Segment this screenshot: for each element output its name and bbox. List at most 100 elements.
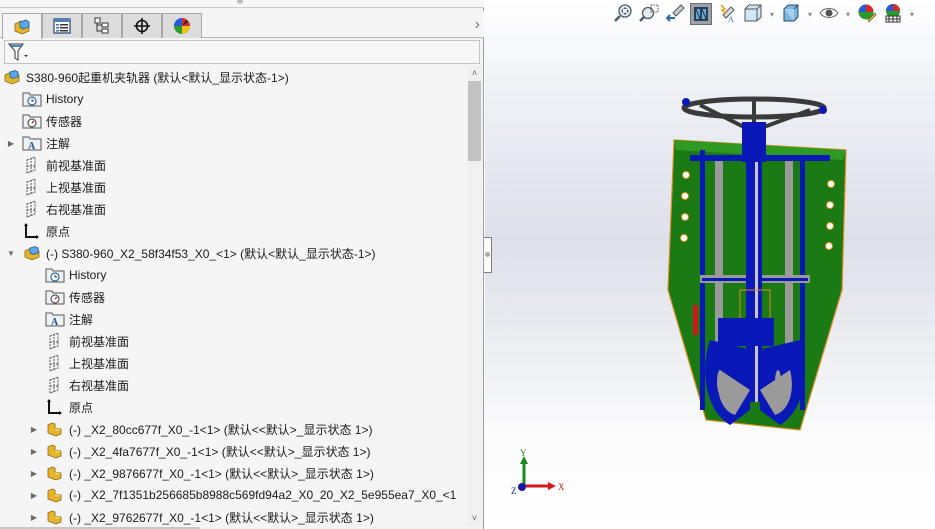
panel-collapse-handle[interactable] <box>484 237 492 273</box>
scroll-thumb[interactable] <box>468 81 481 161</box>
tree-item-label: History <box>69 268 107 282</box>
tree-item-label: (-) _X2_9876677f_X0_-1<1> (默认<<默认>_显示状态 … <box>69 466 374 481</box>
assembly-icon <box>2 68 22 86</box>
tree-item[interactable]: 上视基准面 <box>29 352 129 374</box>
tree-item[interactable]: 原点 <box>29 396 93 418</box>
section-view-button[interactable] <box>690 3 712 25</box>
property-manager-icon <box>53 18 71 34</box>
tree-item-label: 注解 <box>69 312 94 327</box>
more-tabs-chevron-icon[interactable]: › <box>475 16 480 34</box>
zoom-to-fit-button[interactable] <box>612 3 634 25</box>
tree-item-label: (-) _X2_7f1351b256685b8988c569fd94a2_X0_… <box>69 488 457 502</box>
featuremanager-icon <box>14 19 30 34</box>
coordinate-triad: Y X Z <box>511 448 565 496</box>
edit-appearance-icon <box>857 3 877 26</box>
tree-item[interactable]: 传感器 <box>29 286 105 308</box>
tree-item-label: 传感器 <box>69 290 106 305</box>
tree-item[interactable]: ▶ (-) _X2_4fa7677f_X0_-1<1> (默认<<默认>_显示状态… <box>29 440 371 462</box>
expand-arrow-icon[interactable]: ▶ <box>29 513 39 522</box>
tree-item[interactable]: 原点 <box>6 220 70 242</box>
plane-icon <box>45 376 65 394</box>
annotation-folder-icon: A <box>22 134 42 152</box>
tree-item-label: (-) _X2_4fa7677f_X0_-1<1> (默认<<默认>_显示状态 … <box>69 444 371 459</box>
tree-item[interactable]: ▼ (-) S380-960_X2_58f34f53_X0_<1> (默认<默认_… <box>6 242 376 264</box>
display-style-button[interactable] <box>780 3 802 25</box>
zoom-to-area-button[interactable] <box>638 3 660 25</box>
tree-item[interactable]: ▶ A 注解 <box>6 132 70 154</box>
tree-item-label: 前视基准面 <box>46 158 107 173</box>
plane-icon <box>22 156 42 174</box>
part-icon <box>45 420 65 438</box>
part-icon <box>45 486 65 504</box>
panel-splitter[interactable] <box>0 0 484 8</box>
dynamic-annotation-views-button[interactable]: A <box>716 3 738 25</box>
tab-property-manager[interactable] <box>42 13 82 38</box>
tree-item[interactable]: A 注解 <box>29 308 93 330</box>
annotation-folder-icon: A <box>45 310 65 328</box>
tree-item[interactable]: 右视基准面 <box>6 198 106 220</box>
tree-item[interactable]: 右视基准面 <box>29 374 129 396</box>
splitter-grip-icon[interactable] <box>237 0 243 4</box>
dynamic-annotation-icon: A <box>717 3 737 26</box>
hide-show-items-dropdown-icon[interactable]: ▾ <box>844 10 852 19</box>
tree-item[interactable]: 传感器 <box>6 110 82 132</box>
hide-show-items-button[interactable] <box>818 3 840 25</box>
assembly-icon <box>22 244 42 262</box>
tree-item-label: S380-960起重机夹轨器 (默认<默认_显示状态-1>) <box>26 70 289 85</box>
tree-item[interactable]: ▶ (-) _X2_80cc677f_X0_-1<1> (默认<<默认>_显示状态… <box>29 418 373 440</box>
expand-arrow-icon[interactable]: ▶ <box>29 447 39 456</box>
tree-filter-bar[interactable] <box>4 40 480 64</box>
view-orientation-dropdown-icon[interactable]: ▾ <box>768 10 776 19</box>
history-folder-icon <box>22 90 42 108</box>
previous-view-button[interactable] <box>664 3 686 25</box>
origin-icon <box>22 222 42 240</box>
tree-item[interactable]: S380-960起重机夹轨器 (默认<默认_显示状态-1>) <box>2 66 289 88</box>
view-orientation-button[interactable] <box>742 3 764 25</box>
tab-display-manager[interactable] <box>162 13 202 38</box>
tree-item[interactable]: 上视基准面 <box>6 176 106 198</box>
tree-item[interactable]: ▶ (-) _X2_9762677f_X0_-1<1> (默认<<默认>_显示状态… <box>29 506 374 527</box>
tree-item-label: (-) S380-960_X2_58f34f53_X0_<1> (默认<默认_显… <box>46 246 376 261</box>
tree-item-label: 传感器 <box>46 114 83 129</box>
apply-scene-button[interactable] <box>882 3 904 25</box>
triad-x-label: X <box>558 482 565 492</box>
red-marker <box>693 305 698 335</box>
configuration-manager-icon <box>94 17 109 34</box>
scroll-up-icon[interactable]: ˄ <box>467 66 482 80</box>
apply-scene-dropdown-icon[interactable]: ▾ <box>908 10 916 19</box>
zoom-to-area-icon <box>639 3 659 26</box>
plane-icon <box>45 332 65 350</box>
origin-icon <box>45 398 65 416</box>
svg-text:A: A <box>51 317 59 327</box>
tree-item[interactable]: History <box>29 264 106 286</box>
expand-arrow-icon[interactable]: ▶ <box>29 491 39 500</box>
tree-item[interactable]: 前视基准面 <box>29 330 129 352</box>
previous-view-icon <box>665 3 685 26</box>
collapse-arrow-icon[interactable]: ▼ <box>6 249 16 258</box>
model-render[interactable] <box>660 90 860 440</box>
part-icon <box>45 442 65 460</box>
tree-item[interactable]: History <box>6 88 83 110</box>
tab-configuration-manager[interactable] <box>82 13 122 38</box>
expand-arrow-icon[interactable]: ▶ <box>6 139 16 148</box>
tree-item-label: 上视基准面 <box>46 180 107 195</box>
display-style-dropdown-icon[interactable]: ▾ <box>806 10 814 19</box>
tree-item-label: 右视基准面 <box>46 202 107 217</box>
scroll-down-icon[interactable]: ˅ <box>467 511 482 525</box>
tree-item[interactable]: 前视基准面 <box>6 154 106 176</box>
expand-arrow-icon[interactable]: ▶ <box>29 425 39 434</box>
edit-appearance-button[interactable] <box>856 3 878 25</box>
filter-icon[interactable] <box>8 43 30 61</box>
tree-item[interactable]: ▶ (-) _X2_7f1351b256685b8988c569fd94a2_X0… <box>29 484 456 506</box>
feature-tree: S380-960起重机夹轨器 (默认<默认_显示状态-1>) History 传感器… <box>0 66 468 527</box>
tab-featuremanager-tree[interactable] <box>2 13 42 39</box>
tab-dimxpert-manager[interactable] <box>122 13 162 38</box>
plane-icon <box>45 354 65 372</box>
expand-arrow-icon[interactable]: ▶ <box>29 469 39 478</box>
tree-item-label: 原点 <box>46 224 71 239</box>
heads-up-view-toolbar: A ▾ ▾ ▾ ▾ <box>612 2 916 26</box>
hide-show-eye-icon <box>819 3 839 26</box>
tree-vertical-scrollbar[interactable]: ˄ ˅ <box>467 66 482 527</box>
tree-item[interactable]: ▶ (-) _X2_9876677f_X0_-1<1> (默认<<默认>_显示状态… <box>29 462 374 484</box>
plane-icon <box>22 200 42 218</box>
